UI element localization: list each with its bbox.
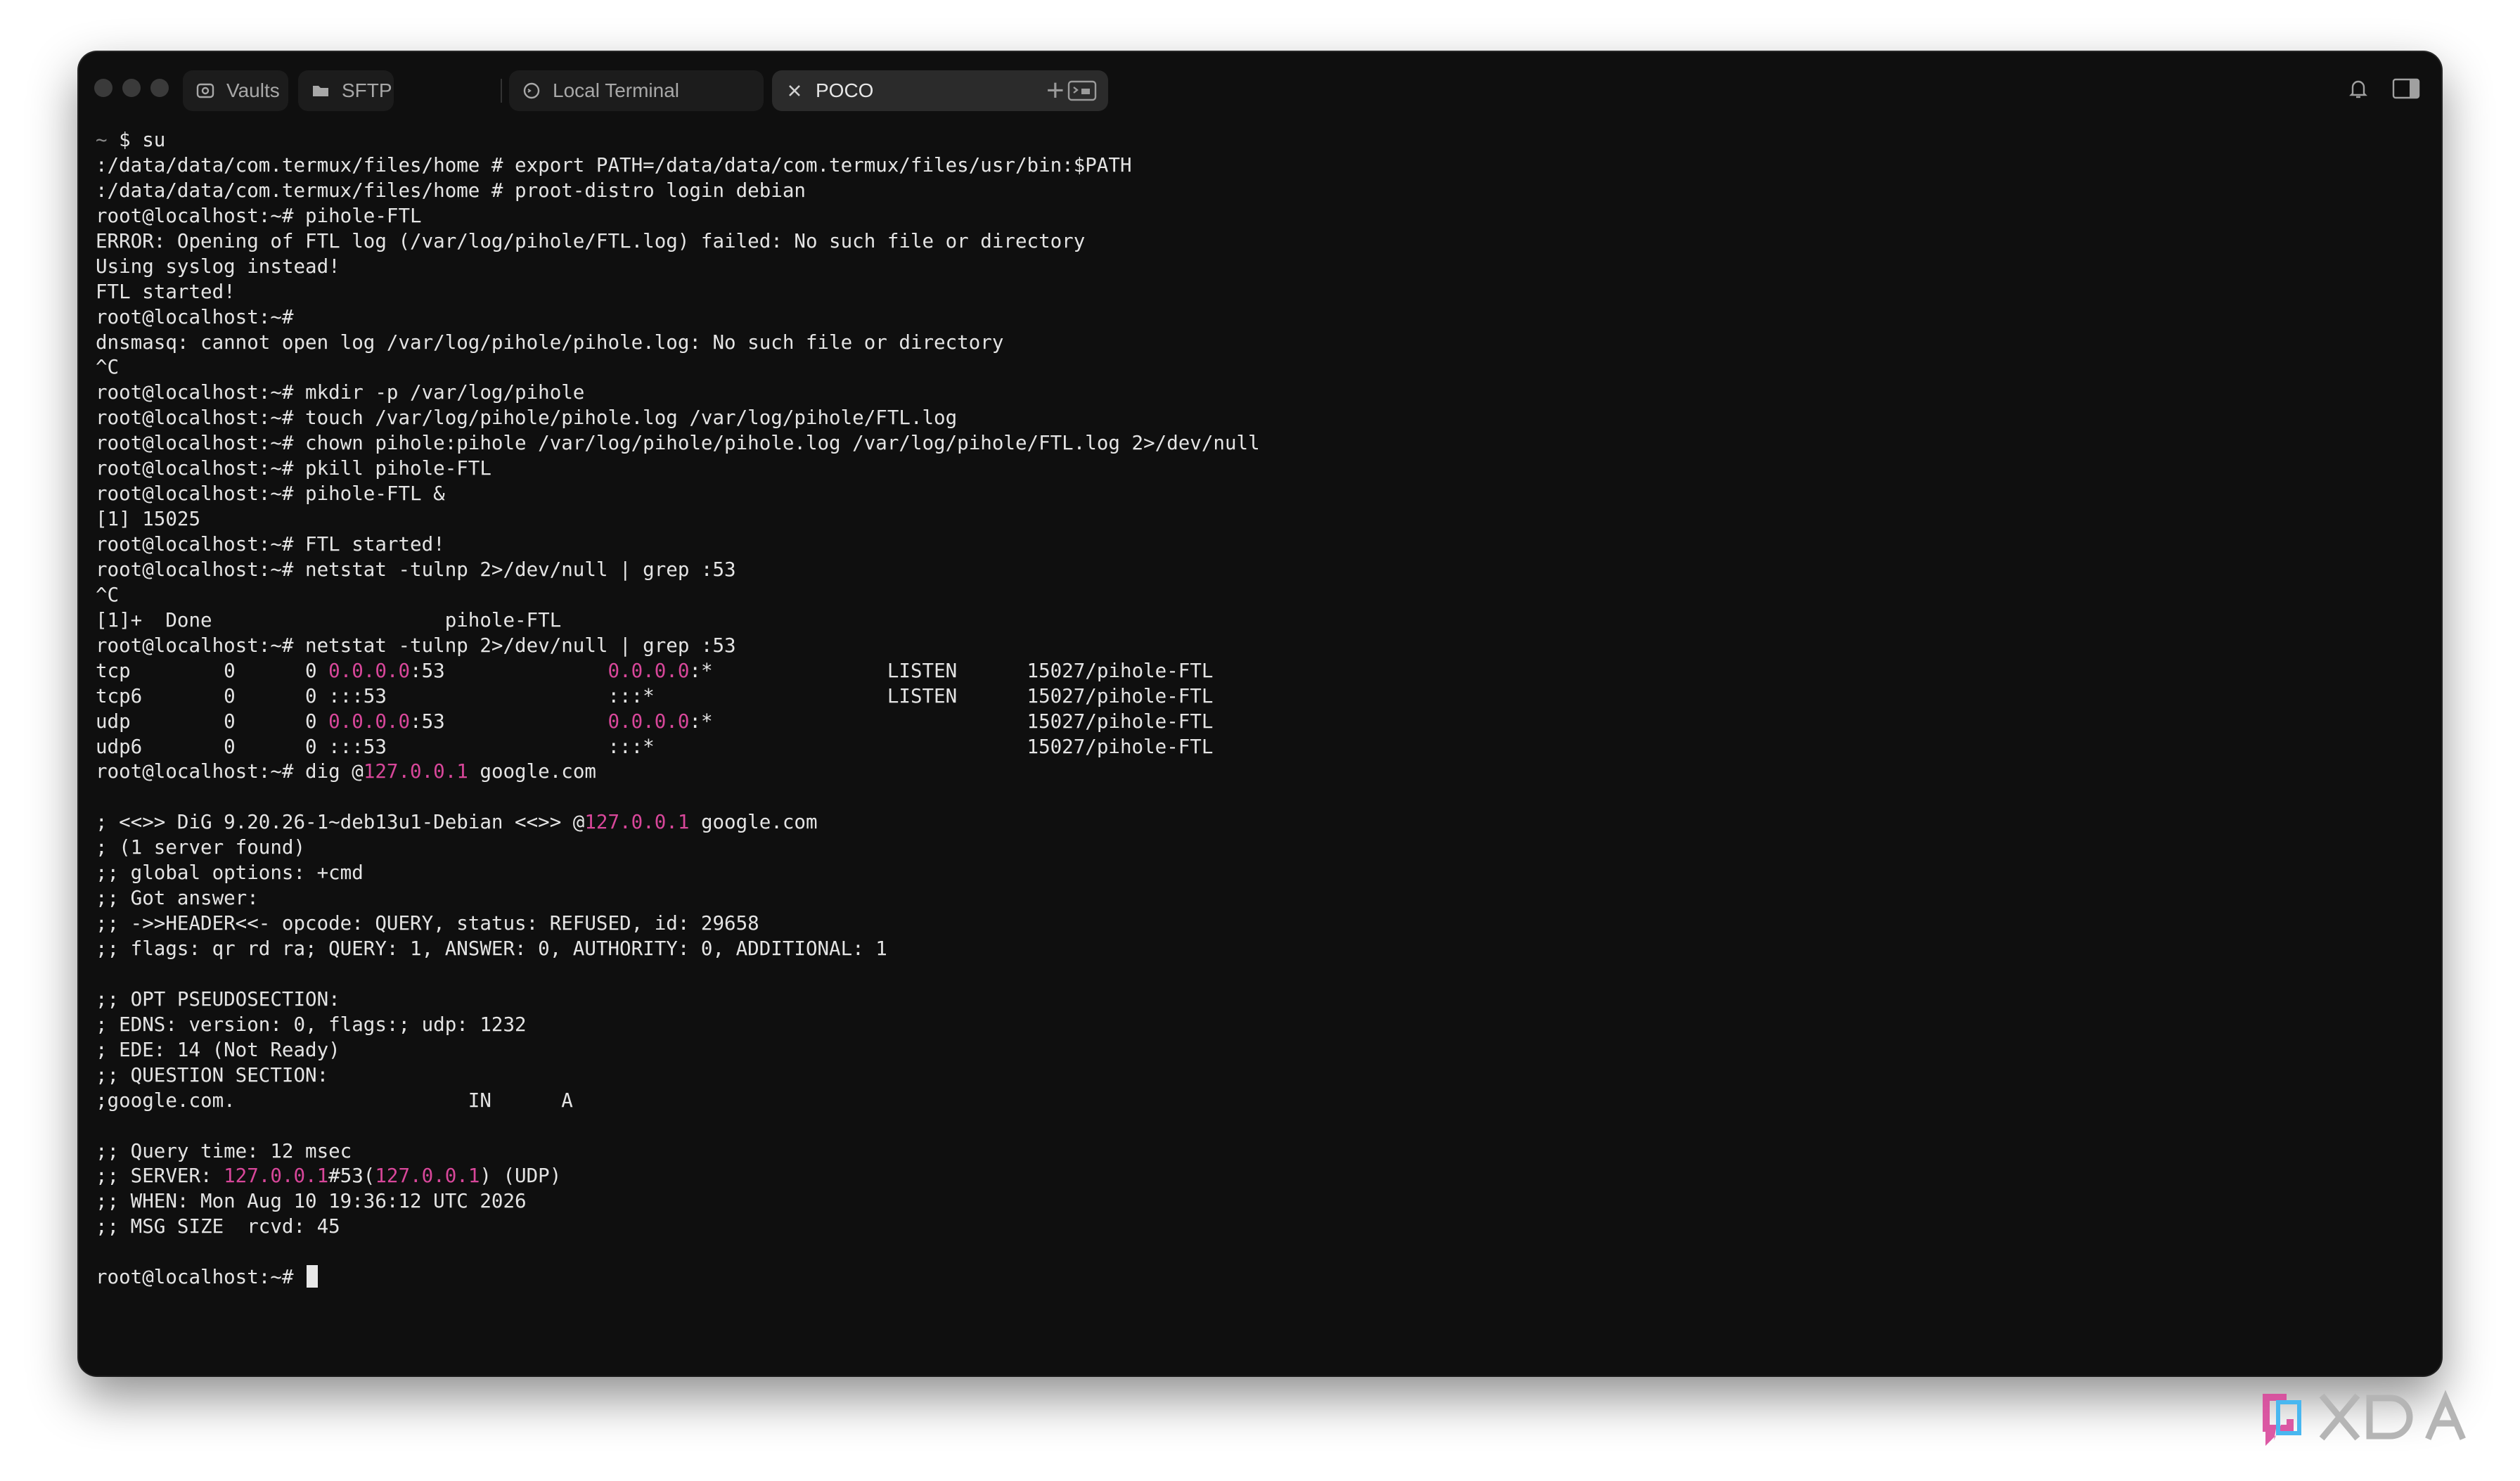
ip-address: 0.0.0.0 <box>328 710 411 733</box>
minimize-window-button[interactable] <box>122 79 141 97</box>
terminal-cursor <box>307 1265 319 1288</box>
terminal-line: ; EDE: 14 (Not Ready) <box>96 1038 340 1061</box>
ip-address: 0.0.0.0 <box>608 659 690 682</box>
terminal-line: ;; Got answer: <box>96 887 259 910</box>
tab-vaults[interactable]: Vaults <box>183 70 288 111</box>
terminal-line: ; (1 server found) <box>96 836 306 859</box>
terminal-icon <box>522 81 541 101</box>
terminal-line: ;; Query time: 12 msec <box>96 1139 352 1162</box>
ip-address: 0.0.0.0 <box>328 659 411 682</box>
folder-icon <box>311 81 330 101</box>
tab-local-terminal[interactable]: Local Terminal <box>509 70 764 111</box>
window-controls <box>94 79 169 97</box>
terminal-line: root@localhost:~# touch /var/log/pihole/… <box>96 406 958 430</box>
terminal-line: ;; WHEN: Mon Aug 10 19:36:12 UTC 2026 <box>96 1190 527 1213</box>
terminal-line: ;; OPT PSEUDOSECTION: <box>96 987 340 1011</box>
tab-label: Local Terminal <box>553 79 680 101</box>
tab-divider <box>501 79 502 103</box>
terminal-line: root@localhost:~# pihole-FTL <box>96 204 422 227</box>
terminal-line: ^C <box>96 583 120 606</box>
ip-address: 127.0.0.1 <box>375 1165 480 1188</box>
ip-address: 127.0.0.1 <box>584 811 690 834</box>
ip-address: 127.0.0.1 <box>224 1165 329 1188</box>
xda-logo <box>2263 1390 2466 1446</box>
terminal-text: :* LISTEN 15027/pihole-FTL <box>689 659 1214 682</box>
terminal-text: tcp 0 0 <box>96 659 329 682</box>
terminal-line: ;; SERVER: 127.0.0.1#53(127.0.0.1) (UDP) <box>96 1164 2424 1189</box>
terminal-line: root@localhost:~# chown pihole:pihole /v… <box>96 432 1260 455</box>
terminal-line: root@localhost:~# dig @127.0.0.1 google.… <box>96 759 2424 785</box>
terminal-text: #53( <box>328 1165 375 1188</box>
terminal-line: ;; QUESTION SECTION: <box>96 1063 329 1086</box>
terminal-line: tcp6 0 0 :::53 :::* LISTEN 15027/pihole-… <box>96 684 1214 707</box>
title-bar: Vaults SFTP Local Terminal POCO + <box>79 52 2441 127</box>
terminal-line: [1]+ Done pihole-FTL <box>96 608 562 631</box>
terminal-text: ;; SERVER: <box>96 1165 224 1188</box>
terminal-line: ~ $ su <box>96 128 2424 153</box>
terminal-line: ;; flags: qr rd ra; QUERY: 1, ANSWER: 0,… <box>96 937 887 960</box>
terminal-text: ; <<>> DiG 9.20.26-1~deb13u1-Debian <<>>… <box>96 811 585 834</box>
terminal-output[interactable]: ~ $ su:/data/data/com.termux/files/home … <box>96 128 2424 1347</box>
terminal-line: udp6 0 0 :::53 :::* 15027/pihole-FTL <box>96 735 1214 758</box>
sidebar-toggle-icon[interactable] <box>2392 77 2420 100</box>
terminal-line: FTL started! <box>96 280 236 303</box>
terminal-line: root@localhost:~# <box>96 1265 2424 1290</box>
tab-label: Vaults <box>226 79 280 101</box>
close-icon[interactable] <box>785 81 804 101</box>
terminal-line: ;; global options: +cmd <box>96 861 364 885</box>
terminal-line: udp 0 0 0.0.0.0:53 0.0.0.0:* 15027/pihol… <box>96 710 2424 735</box>
tab-label: SFTP <box>342 79 392 101</box>
terminal-line: [1] 15025 <box>96 508 201 531</box>
terminal-line: root@localhost:~# netstat -tulnp 2>/dev/… <box>96 558 736 581</box>
terminal-text: ~ <box>96 129 120 151</box>
terminal-line: root@localhost:~# <box>96 305 294 328</box>
terminal-line: ;; MSG SIZE rcvd: 45 <box>96 1215 340 1238</box>
terminal-line: ;google.com. IN A <box>96 1089 573 1112</box>
terminal-line: Using syslog instead! <box>96 255 340 278</box>
terminal-text: root@localhost:~# dig @ <box>96 760 364 783</box>
terminal-line: root@localhost:~# pihole-FTL & <box>96 482 445 506</box>
terminal-line: ERROR: Opening of FTL log (/var/log/piho… <box>96 229 1086 252</box>
vault-icon <box>195 81 215 101</box>
terminal-text: :* 15027/pihole-FTL <box>689 710 1214 733</box>
terminal-text: :53 <box>410 710 608 733</box>
bell-icon[interactable] <box>2346 76 2371 101</box>
tab-sftp[interactable]: SFTP <box>298 70 394 111</box>
terminal-line: ; EDNS: version: 0, flags:; udp: 1232 <box>96 1013 527 1036</box>
terminal-line: ; <<>> DiG 9.20.26-1~deb13u1-Debian <<>>… <box>96 810 2424 835</box>
new-tab-button[interactable]: + <box>1046 73 1065 108</box>
terminal-line: root@localhost:~# FTL started! <box>96 533 445 556</box>
terminal-line: :/data/data/com.termux/files/home # proo… <box>96 179 806 202</box>
terminal-line: root@localhost:~# pkill pihole-FTL <box>96 457 491 480</box>
snippet-icon[interactable] <box>1067 79 1097 102</box>
terminal-line: ;; ->>HEADER<<- opcode: QUERY, status: R… <box>96 912 759 935</box>
terminal-text: $ su <box>119 129 166 151</box>
terminal-text: ) (UDP) <box>480 1165 562 1188</box>
terminal-line: root@localhost:~# mkdir -p /var/log/piho… <box>96 381 585 404</box>
terminal-line: dnsmasq: cannot open log /var/log/pihole… <box>96 331 1004 354</box>
terminal-line: :/data/data/com.termux/files/home # expo… <box>96 153 1132 177</box>
terminal-line: ^C <box>96 356 120 379</box>
terminal-line: tcp 0 0 0.0.0.0:53 0.0.0.0:* LISTEN 1502… <box>96 659 2424 684</box>
terminal-text: :53 <box>410 659 608 682</box>
terminal-text: google.com <box>689 811 818 834</box>
tab-label: POCO <box>816 79 874 101</box>
maximize-window-button[interactable] <box>150 79 169 97</box>
terminal-text: google.com <box>468 760 596 783</box>
terminal-window: Vaults SFTP Local Terminal POCO + ~ $ su… <box>79 52 2441 1376</box>
close-window-button[interactable] <box>94 79 112 97</box>
ip-address: 127.0.0.1 <box>363 760 468 783</box>
terminal-line: root@localhost:~# netstat -tulnp 2>/dev/… <box>96 634 736 657</box>
terminal-text: udp 0 0 <box>96 710 329 733</box>
ip-address: 0.0.0.0 <box>608 710 690 733</box>
